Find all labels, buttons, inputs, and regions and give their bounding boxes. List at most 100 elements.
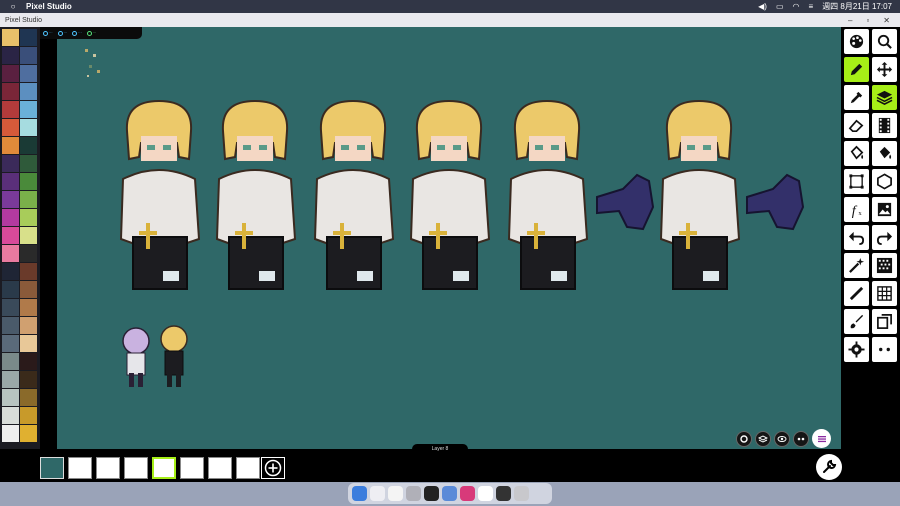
palette-swatch[interactable] — [2, 173, 19, 190]
preview-button[interactable] — [774, 430, 790, 447]
frame-thumbnail[interactable] — [96, 457, 120, 479]
line-tool-button[interactable] — [844, 281, 869, 306]
minimize-button[interactable]: – — [848, 16, 852, 25]
palette-swatch[interactable] — [20, 407, 37, 424]
palette-swatch[interactable] — [2, 389, 19, 406]
palette-swatch[interactable] — [2, 83, 19, 100]
fill-bucket-tool-button[interactable] — [844, 141, 869, 166]
onion-skin-button[interactable] — [793, 430, 809, 447]
select-rect-tool-button[interactable] — [844, 169, 869, 194]
palette-swatch[interactable] — [20, 65, 37, 82]
fill-bucket-alt-tool-button[interactable] — [872, 141, 897, 166]
palette-swatch[interactable] — [20, 353, 37, 370]
menu-app-name[interactable]: Pixel Studio — [26, 2, 72, 11]
eraser-tool-button[interactable] — [844, 113, 869, 138]
palette-swatch[interactable] — [20, 299, 37, 316]
palette-swatch[interactable] — [2, 155, 19, 172]
function-tool-button[interactable]: fx — [844, 197, 869, 222]
more-tool-button[interactable] — [872, 337, 897, 362]
copy-tool-button[interactable] — [872, 309, 897, 334]
palette-swatch[interactable] — [20, 281, 37, 298]
palette-swatch[interactable] — [2, 281, 19, 298]
close-button[interactable]: ✕ — [883, 16, 890, 25]
palette-swatch[interactable] — [2, 245, 19, 262]
palette-swatch[interactable] — [2, 119, 19, 136]
palette-swatch[interactable] — [20, 335, 37, 352]
palette-swatch[interactable] — [2, 209, 19, 226]
wifi-icon[interactable]: ◠ — [793, 2, 800, 11]
palette-swatch[interactable] — [20, 389, 37, 406]
drawing-canvas[interactable] — [57, 27, 841, 449]
pencil-tool-button[interactable] — [844, 57, 869, 82]
move-tool-button[interactable] — [872, 57, 897, 82]
palette-swatch[interactable] — [20, 209, 37, 226]
palette-tool-button[interactable] — [844, 29, 869, 54]
settings-view-button[interactable] — [736, 430, 752, 447]
palette-swatch[interactable] — [20, 227, 37, 244]
palette-swatch[interactable] — [20, 425, 37, 442]
notes-icon[interactable] — [478, 486, 493, 501]
frame-thumbnail[interactable] — [124, 457, 148, 479]
magic-wand-tool-button[interactable] — [844, 253, 869, 278]
palette-swatch[interactable] — [2, 191, 19, 208]
palette-swatch[interactable] — [20, 155, 37, 172]
brush-tool-button[interactable] — [844, 309, 869, 334]
tool-settings-button[interactable] — [816, 454, 842, 480]
restore-button[interactable]: ▫ — [866, 16, 869, 25]
palette-swatch[interactable] — [20, 317, 37, 334]
pixel-studio-dock-icon[interactable] — [460, 486, 475, 501]
control-center-icon[interactable]: ≡ — [809, 2, 814, 11]
screen-recorder-icon[interactable] — [424, 486, 439, 501]
frame-thumbnail[interactable] — [152, 457, 176, 479]
palette-swatch[interactable] — [2, 137, 19, 154]
frame-thumbnail[interactable] — [68, 457, 92, 479]
dither-tool-button[interactable] — [872, 253, 897, 278]
palette-swatch[interactable] — [20, 119, 37, 136]
battery-icon[interactable]: ▭ — [776, 2, 784, 11]
redo-tool-button[interactable] — [872, 225, 897, 250]
palette-swatch[interactable] — [2, 371, 19, 388]
palette-swatch[interactable] — [2, 425, 19, 442]
palette-swatch[interactable] — [2, 227, 19, 244]
image-tool-button[interactable] — [872, 197, 897, 222]
palette-swatch[interactable] — [20, 101, 37, 118]
main-menu-button[interactable] — [812, 429, 831, 448]
apple-icon[interactable]: ○ — [0, 2, 26, 11]
palette-swatch[interactable] — [20, 371, 37, 388]
clock-app-icon[interactable] — [388, 486, 403, 501]
layer-tab[interactable]: Layer 8 — [412, 444, 468, 455]
palette-swatch[interactable] — [20, 263, 37, 280]
palette-swatch[interactable] — [20, 29, 37, 46]
launchpad-icon[interactable] — [370, 486, 385, 501]
layers-tool-button[interactable] — [872, 85, 897, 110]
palette-swatch[interactable] — [2, 335, 19, 352]
undo-tool-button[interactable] — [844, 225, 869, 250]
preview-app-icon[interactable] — [496, 486, 511, 501]
palette-swatch[interactable] — [2, 65, 19, 82]
palette-swatch[interactable] — [2, 299, 19, 316]
palette-swatch[interactable] — [2, 317, 19, 334]
add-frame-button[interactable] — [261, 457, 285, 479]
palette-swatch[interactable] — [20, 245, 37, 262]
system-settings-icon[interactable] — [406, 486, 421, 501]
palette-swatch[interactable] — [20, 47, 37, 64]
frame-thumbnail[interactable] — [40, 457, 64, 479]
palette-swatch[interactable] — [20, 137, 37, 154]
palette-swatch[interactable] — [2, 29, 19, 46]
palette-swatch[interactable] — [2, 407, 19, 424]
trash-icon[interactable] — [514, 486, 529, 501]
frame-thumbnail[interactable] — [208, 457, 232, 479]
film-tool-button[interactable] — [872, 113, 897, 138]
palette-swatch[interactable] — [20, 83, 37, 100]
clock[interactable]: 週四 8月21日 17:07 — [822, 1, 892, 12]
palette-swatch[interactable] — [2, 101, 19, 118]
palette-swatch[interactable] — [20, 173, 37, 190]
grid-tool-button[interactable] — [872, 281, 897, 306]
finder-icon[interactable] — [352, 486, 367, 501]
settings-tool-button[interactable] — [844, 337, 869, 362]
layers-view-button[interactable] — [755, 430, 771, 447]
frame-thumbnail[interactable] — [236, 457, 260, 479]
palette-swatch[interactable] — [2, 353, 19, 370]
palette-swatch[interactable] — [2, 47, 19, 64]
volume-icon[interactable]: ◀) — [758, 2, 767, 11]
